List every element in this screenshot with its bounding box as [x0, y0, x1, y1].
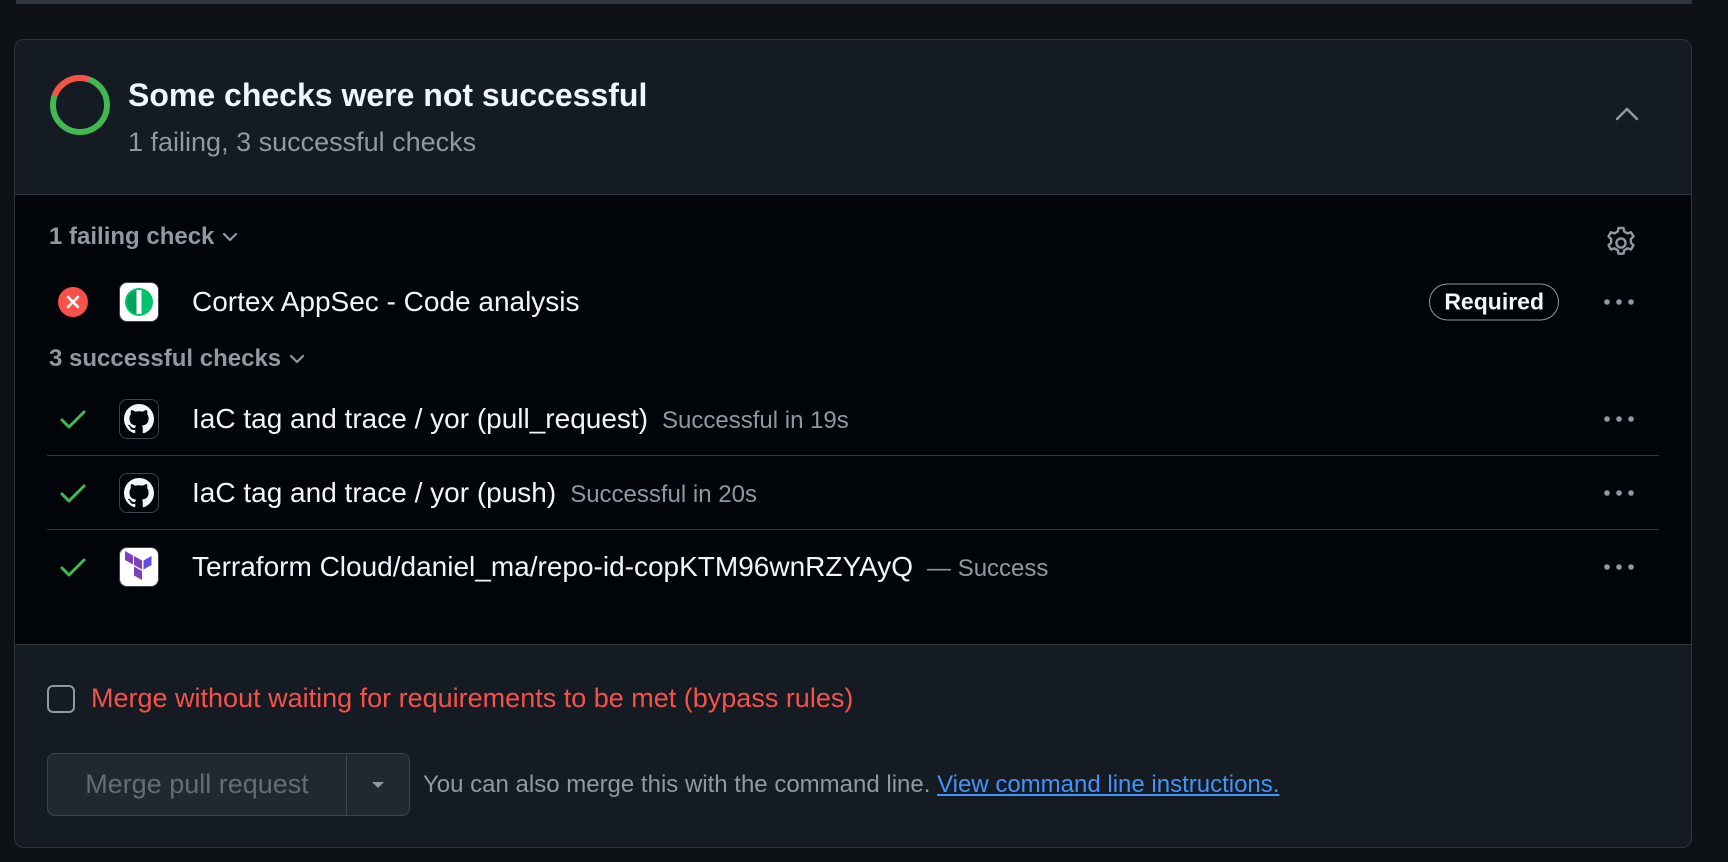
check-status-text: — Success — [927, 554, 1049, 582]
cortex-icon — [119, 281, 159, 322]
merge-pull-request-button[interactable]: Merge pull request — [47, 753, 347, 816]
command-line-note: You can also merge this with the command… — [423, 771, 1279, 799]
kebab-horizontal-icon — [1604, 298, 1634, 305]
kebab-horizontal-icon — [1604, 489, 1634, 496]
successful-checks-toggle[interactable]: 3 successful checks — [49, 345, 305, 373]
top-divider — [16, 0, 1692, 4]
checks-list: 1 failing check Cortex AppSec - Code ana… — [15, 195, 1691, 645]
more-options-button[interactable] — [1599, 290, 1639, 314]
command-line-text: You can also merge this with the command… — [423, 771, 931, 798]
checks-summary-title: Some checks were not successful — [128, 77, 648, 113]
check-row-cortex-appsec[interactable]: Cortex AppSec - Code analysis Required — [47, 265, 1659, 338]
failing-checks-toggle[interactable]: 1 failing check — [49, 223, 238, 251]
merge-button-group: Merge pull request — [47, 753, 410, 816]
collapse-checks-button[interactable] — [1607, 94, 1647, 134]
check-row-iac-pull-request[interactable]: IaC tag and trace / yor (pull_request) Su… — [47, 382, 1659, 456]
github-icon — [119, 472, 159, 513]
more-options-button[interactable] — [1599, 555, 1639, 579]
check-name[interactable]: IaC tag and trace / yor (push) — [192, 477, 556, 508]
check-duration: Successful in 19s — [662, 406, 849, 434]
check-row-iac-push[interactable]: IaC tag and trace / yor (push) Successful… — [47, 456, 1659, 530]
chevron-down-icon — [290, 354, 305, 364]
check-name[interactable]: IaC tag and trace / yor (pull_request) — [192, 403, 648, 434]
check-duration: Successful in 20s — [570, 480, 757, 508]
chevron-up-icon — [1615, 107, 1639, 121]
bypass-rules-label[interactable]: Merge without waiting for requirements t… — [91, 683, 853, 714]
successful-checks-label: 3 successful checks — [49, 345, 282, 372]
check-name-row[interactable]: IaC tag and trace / yor (pull_request) Su… — [192, 403, 849, 435]
checks-summary-subtitle: 1 failing, 3 successful checks — [128, 127, 477, 157]
check-row-terraform-cloud[interactable]: Terraform Cloud/daniel_ma/repo-id-copKTM… — [47, 530, 1659, 603]
kebab-horizontal-icon — [1604, 415, 1634, 422]
more-options-button[interactable] — [1599, 407, 1639, 431]
check-name[interactable]: Cortex AppSec - Code analysis — [192, 286, 580, 318]
gear-icon[interactable] — [1603, 225, 1639, 261]
command-line-instructions-link[interactable]: View command line instructions. — [937, 771, 1279, 798]
required-badge: Required — [1429, 283, 1559, 320]
github-icon — [119, 398, 159, 439]
failing-checks-label: 1 failing check — [49, 223, 215, 250]
checks-summary-header: Some checks were not successful 1 failin… — [15, 40, 1691, 195]
bypass-rules-option[interactable]: Merge without waiting for requirements t… — [47, 683, 853, 714]
chevron-down-icon — [223, 232, 238, 242]
more-options-button[interactable] — [1599, 481, 1639, 505]
check-name-row[interactable]: Terraform Cloud/daniel_ma/repo-id-copKTM… — [192, 551, 1048, 583]
check-name-row[interactable]: IaC tag and trace / yor (push) Successful… — [192, 477, 757, 509]
check-name[interactable]: Terraform Cloud/daniel_ma/repo-id-copKTM… — [192, 551, 913, 582]
check-icon — [60, 484, 86, 502]
check-icon — [60, 410, 86, 428]
bypass-rules-checkbox[interactable] — [47, 684, 75, 713]
x-circle-fill-icon — [58, 286, 88, 317]
checks-status-ring-icon — [50, 75, 110, 135]
check-icon — [60, 558, 86, 576]
merge-box: Some checks were not successful 1 failin… — [14, 39, 1692, 848]
terraform-icon — [119, 546, 159, 587]
triangle-down-icon — [372, 781, 384, 788]
kebab-horizontal-icon — [1604, 563, 1634, 570]
merge-method-dropdown[interactable] — [347, 753, 410, 816]
